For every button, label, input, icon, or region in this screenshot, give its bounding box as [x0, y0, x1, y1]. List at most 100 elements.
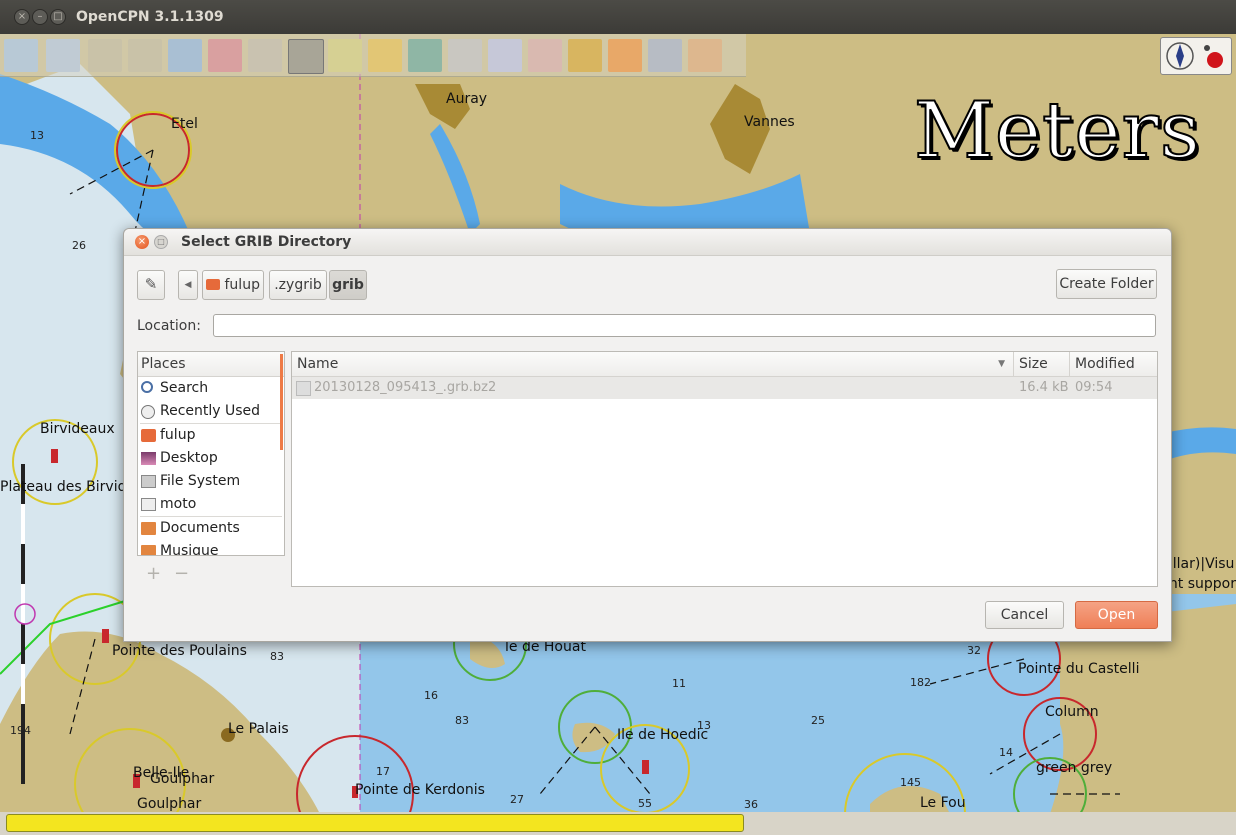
depth-sounding: 145: [900, 776, 921, 789]
color-scheme-icon[interactable]: [568, 39, 602, 72]
window-maximize-button[interactable]: □: [50, 9, 66, 25]
ais-icon[interactable]: [328, 39, 362, 72]
map-label: Pointe de Kerdonis: [355, 782, 485, 798]
places-item-musique[interactable]: Musique: [138, 540, 284, 555]
window-minimize-button[interactable]: –: [32, 9, 48, 25]
places-item-desktop[interactable]: Desktop: [138, 447, 284, 470]
path-segment-grib[interactable]: grib: [329, 270, 367, 300]
path-segment-home[interactable]: fulup: [202, 270, 264, 300]
file-modified: 09:54: [1075, 380, 1113, 395]
depth-sounding: 27: [510, 793, 524, 806]
path-segment-label: grib: [332, 277, 364, 293]
path-segment-label: fulup: [224, 277, 260, 293]
mob-icon[interactable]: [608, 39, 642, 72]
depth-unit-overlay: Meters: [913, 85, 1201, 177]
removable-drive-icon: [141, 498, 156, 511]
dialog-titlebar: × □ Select GRIB Directory: [124, 229, 1171, 256]
map-label: Ile de Hoedic: [617, 727, 709, 743]
location-input[interactable]: [213, 314, 1156, 337]
depth-sounding: 36: [744, 798, 758, 811]
file-list-header: Name ▼ Size Modified: [292, 352, 1157, 377]
depth-sounding: 194: [10, 724, 31, 737]
map-label: Le Fou: [920, 795, 966, 811]
window-close-button[interactable]: ×: [14, 9, 30, 25]
places-item-file-system[interactable]: File System: [138, 470, 284, 493]
places-item-label: Documents: [160, 520, 240, 536]
path-segment-label: .zygrib: [274, 277, 322, 293]
places-item-recently-used[interactable]: Recently Used: [138, 400, 284, 423]
map-label: Birvideaux: [40, 421, 115, 437]
places-header[interactable]: Places: [138, 352, 284, 377]
depth-sounding: 25: [811, 714, 825, 727]
map-label: Column: [1045, 704, 1099, 720]
column-size[interactable]: Size: [1014, 352, 1070, 376]
dialog-maximize-button[interactable]: □: [154, 235, 168, 249]
depth-sounding: 14: [999, 746, 1013, 759]
pencil-icon: ✎: [144, 275, 158, 293]
zoom-in-icon[interactable]: [4, 39, 38, 72]
file-name: 20130128_095413_.grb.bz2: [314, 380, 497, 395]
path-back-button[interactable]: ◀: [178, 270, 198, 300]
desktop-icon: [141, 452, 156, 465]
places-item-documents[interactable]: Documents: [138, 517, 284, 540]
open-button[interactable]: Open: [1075, 601, 1158, 629]
map-label: Goulphar: [137, 796, 202, 812]
home-folder-icon: [141, 429, 156, 442]
map-label: Plateau des Birvide: [0, 479, 136, 495]
map-label: Goulphar: [150, 771, 215, 787]
map-label: Le Palais: [228, 721, 289, 737]
scale-up-icon[interactable]: [128, 39, 162, 72]
dialog-close-button[interactable]: ×: [135, 235, 149, 249]
path-segment-zygrib[interactable]: .zygrib: [269, 270, 327, 300]
settings-icon[interactable]: [248, 39, 282, 72]
cancel-button[interactable]: Cancel: [985, 601, 1064, 629]
window-title: OpenCPN 3.1.1309: [76, 9, 224, 25]
places-scrollbar[interactable]: [280, 354, 283, 450]
select-grib-dialog: × □ Select GRIB Directory ✎ ◀ fulup .zyg…: [123, 228, 1172, 642]
search-icon: [141, 381, 153, 393]
edit-location-button[interactable]: ✎: [137, 270, 165, 300]
column-name-label: Name: [297, 356, 339, 372]
measure-icon[interactable]: [208, 39, 242, 72]
places-item-label: moto: [160, 496, 197, 512]
main-toolbar: [0, 34, 746, 77]
depth-sounding: 13: [30, 129, 44, 142]
folder-icon: [141, 545, 156, 555]
remove-bookmark-button[interactable]: −: [174, 563, 189, 584]
file-size: 16.4 kB: [1019, 380, 1069, 395]
column-modified[interactable]: Modified: [1070, 352, 1157, 376]
current-icon[interactable]: [368, 39, 402, 72]
depth-sounding: 55: [638, 797, 652, 810]
add-bookmark-button[interactable]: +: [146, 563, 161, 584]
print-icon[interactable]: [448, 39, 482, 72]
plugin-icon[interactable]: [688, 39, 722, 72]
home-folder-icon: [206, 279, 221, 290]
depth-sounding: 17: [376, 765, 390, 778]
scale-down-icon[interactable]: [88, 39, 122, 72]
column-name[interactable]: Name ▼: [292, 352, 1014, 376]
text-icon[interactable]: [288, 39, 324, 74]
depth-sounding: 26: [72, 239, 86, 252]
compass-widget[interactable]: [1160, 37, 1232, 75]
file-icon: [296, 381, 311, 396]
places-item-search[interactable]: Search: [138, 377, 284, 400]
route-manager-icon[interactable]: [488, 39, 522, 72]
depth-sounding: 182: [910, 676, 931, 689]
folder-icon: [141, 522, 156, 535]
drive-icon: [141, 475, 156, 488]
depth-sounding: 83: [270, 650, 284, 663]
route-icon[interactable]: [168, 39, 202, 72]
zoom-out-icon[interactable]: [46, 39, 80, 72]
tide-icon[interactable]: [408, 39, 442, 72]
help-icon[interactable]: [648, 39, 682, 72]
places-item-moto[interactable]: moto: [138, 493, 284, 516]
sort-arrow-icon: ▼: [998, 359, 1005, 369]
file-row[interactable]: 20130128_095413_.grb.bz2 16.4 kB 09:54: [292, 377, 1157, 399]
map-label: Vannes: [744, 114, 795, 130]
track-icon[interactable]: [528, 39, 562, 72]
progress-bar: [6, 814, 744, 832]
create-folder-button[interactable]: Create Folder: [1056, 269, 1157, 299]
places-item-home[interactable]: fulup: [138, 424, 284, 447]
depth-sounding: 16: [424, 689, 438, 702]
map-label: Auray: [446, 91, 488, 107]
